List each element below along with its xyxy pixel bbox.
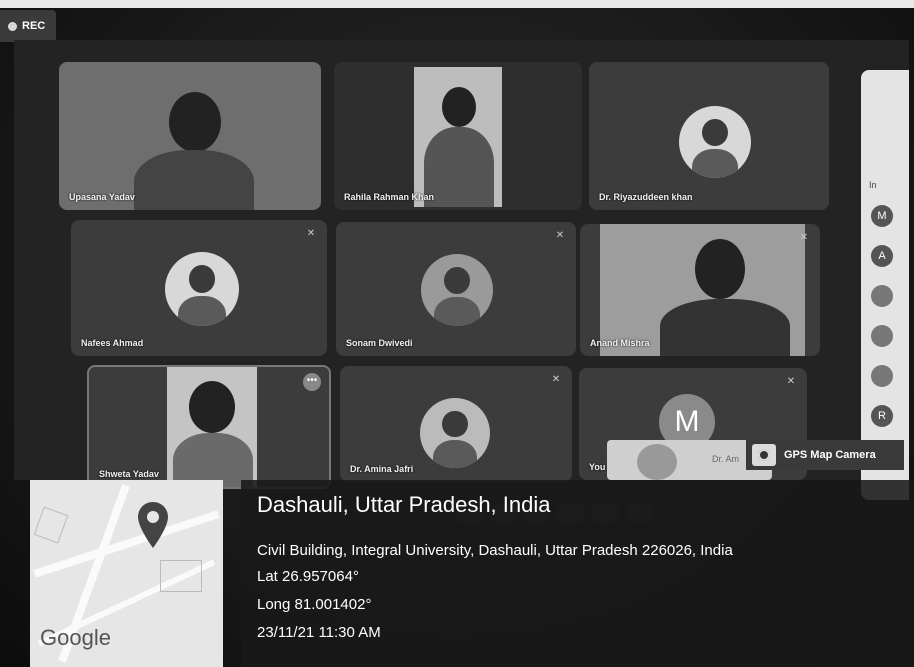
map-thumbnail: Google: [30, 480, 223, 667]
longitude: Long 81.001402°: [257, 596, 372, 613]
date-time: 23/11/21 11:30 AM: [257, 624, 381, 641]
recording-indicator: REC: [0, 10, 56, 42]
participant-tile[interactable]: ✕ Dr. Amina Jafri: [340, 366, 572, 482]
gps-app-label: GPS Map Camera: [784, 449, 876, 461]
map-building: [160, 560, 202, 592]
participant-tile[interactable]: Rahila Rahman Khan: [334, 62, 582, 210]
participant-video: [414, 67, 502, 207]
side-panel-label: In: [869, 180, 877, 190]
camera-icon: [752, 444, 776, 466]
map-building: [33, 506, 69, 544]
participant-avatar: [679, 106, 751, 178]
participant-tile[interactable]: ••• Shweta Yadav: [87, 365, 331, 489]
mic-off-icon: ✕: [799, 232, 809, 243]
participant-tile[interactable]: ✕ Anand Mishra: [580, 224, 820, 356]
participant-name: You: [589, 462, 606, 472]
participant-name: Shweta Yadav: [99, 469, 159, 479]
participant-avatar: [420, 398, 490, 468]
side-avatar[interactable]: A: [871, 245, 893, 267]
side-avatar[interactable]: [871, 325, 893, 347]
top-strip: [0, 0, 914, 8]
participant-tile[interactable]: Upasana Yadav: [59, 62, 321, 210]
participant-name: Nafees Ahmad: [81, 338, 144, 348]
participant-tile[interactable]: ✕ Sonam Dwivedi: [336, 222, 576, 356]
participant-avatar: [421, 254, 493, 326]
pip-avatar: [637, 444, 677, 480]
record-icon: [8, 21, 17, 31]
participant-name: Sonam Dwivedi: [346, 338, 413, 348]
google-logo: Google: [40, 625, 111, 650]
mic-off-icon: ✕: [551, 374, 561, 385]
participant-name: Anand Mishra: [590, 338, 650, 348]
people-side-panel[interactable]: In M A R: [861, 70, 909, 500]
meeting-screen: Upasana Yadav Rahila Rahman Khan Dr. Riy…: [14, 40, 909, 500]
participant-video: [167, 367, 257, 487]
mic-off-icon: ✕: [555, 230, 565, 241]
recording-label: REC: [22, 20, 46, 32]
side-avatar[interactable]: M: [871, 205, 893, 227]
side-avatar[interactable]: R: [871, 405, 893, 427]
participant-avatar: [165, 252, 239, 326]
participant-tile[interactable]: Dr. Riyazuddeen khan: [589, 62, 829, 210]
gps-info-panel: Dashauli, Uttar Pradesh, India Civil Bui…: [241, 480, 914, 667]
participant-name: Dr. Riyazuddeen khan: [599, 192, 693, 202]
participant-tile[interactable]: ✕ Nafees Ahmad: [71, 220, 327, 356]
map-pin-icon: [138, 502, 168, 548]
latitude: Lat 26.957064°: [257, 568, 359, 585]
address-line: Civil Building, Integral University, Das…: [257, 542, 733, 559]
participant-name: Upasana Yadav: [69, 192, 135, 202]
mic-off-icon: ✕: [786, 376, 796, 387]
side-avatar[interactable]: [871, 365, 893, 387]
participant-name: Rahila Rahman Khan: [344, 192, 435, 202]
location-title: Dashauli, Uttar Pradesh, India: [257, 492, 551, 517]
participant-name: Dr. Amina Jafri: [350, 464, 414, 474]
pip-name: Dr. Am: [712, 454, 740, 464]
more-options-button[interactable]: •••: [303, 373, 321, 391]
gps-camera-tag: GPS Map Camera: [746, 440, 904, 470]
mic-off-icon: ✕: [306, 228, 316, 239]
participant-video: [600, 224, 805, 356]
side-avatar[interactable]: [871, 285, 893, 307]
